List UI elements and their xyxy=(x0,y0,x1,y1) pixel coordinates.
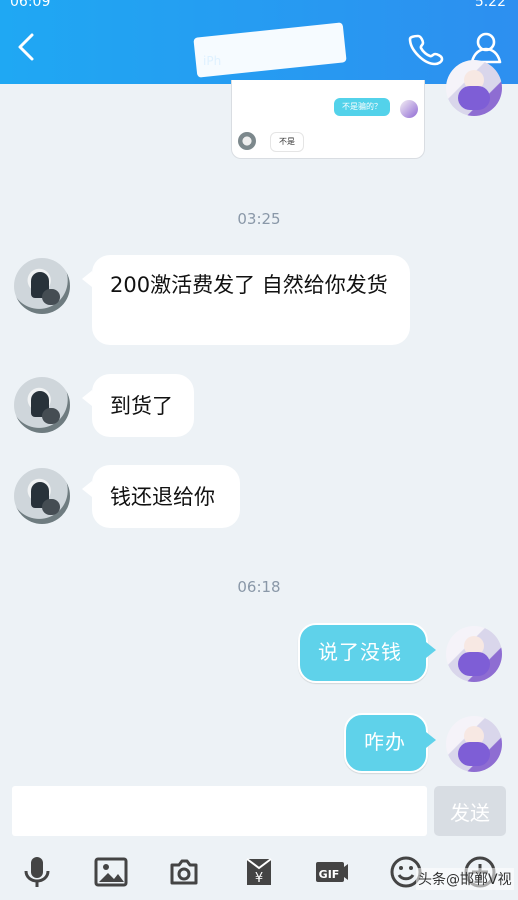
contact-avatar[interactable] xyxy=(14,377,70,433)
gif-icon[interactable]: GIF xyxy=(314,855,348,889)
status-time: 06:09 xyxy=(10,0,51,10)
embedded-chat-card[interactable]: 不是骗的？ 不是 xyxy=(231,80,425,159)
microphone-icon[interactable] xyxy=(20,855,54,889)
send-button[interactable]: 发送 xyxy=(434,786,506,836)
contact-avatar[interactable] xyxy=(14,258,70,314)
embedded-left-bubble: 不是 xyxy=(270,132,304,152)
status-bar: 06:09 5.22 xyxy=(0,0,518,10)
image-icon[interactable] xyxy=(94,855,128,889)
svg-text:GIF: GIF xyxy=(319,868,340,881)
message-bubble-received: 钱还退给你 xyxy=(82,465,240,528)
message-bubble-sent: 咋办 xyxy=(344,713,436,773)
top-right-avatar[interactable] xyxy=(446,60,502,116)
chat-header: 06:09 5.22 iPh xyxy=(0,0,518,84)
message-bubble-received: 200激活费发了 自然给你发货 xyxy=(82,255,410,345)
message-bubble-received: 到货了 xyxy=(82,374,194,437)
embedded-left-avatar xyxy=(238,132,256,150)
timestamp: 06:18 xyxy=(237,578,281,596)
title-redaction xyxy=(193,22,347,78)
back-icon[interactable] xyxy=(10,30,44,64)
embedded-right-bubble: 不是骗的？ xyxy=(334,98,390,116)
chat-title: iPh xyxy=(193,22,347,78)
own-avatar[interactable] xyxy=(446,716,502,772)
contact-avatar[interactable] xyxy=(14,468,70,524)
embedded-right-avatar xyxy=(400,100,418,118)
svg-text:¥: ¥ xyxy=(255,871,263,886)
red-packet-icon[interactable]: ¥ xyxy=(242,855,276,889)
message-bubble-sent: 说了没钱 xyxy=(298,623,436,683)
own-avatar[interactable] xyxy=(446,626,502,682)
watermark: 头条@邯郸V视 xyxy=(416,868,514,890)
message-input[interactable] xyxy=(12,786,427,836)
chat-subtitle: iPh xyxy=(203,54,222,68)
status-battery: 5.22 xyxy=(474,0,506,10)
phone-icon[interactable] xyxy=(408,30,444,66)
camera-icon[interactable] xyxy=(167,855,201,889)
timestamp: 03:25 xyxy=(237,210,281,228)
